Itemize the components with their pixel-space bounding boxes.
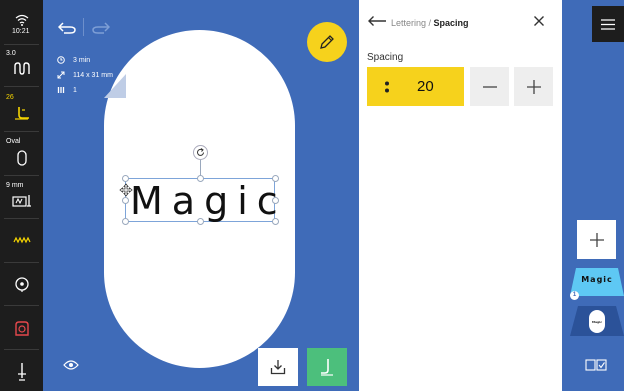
thread-tension-icon — [0, 62, 43, 76]
breadcrumb-separator: / — [426, 18, 434, 28]
resize-arrows-icon — [57, 71, 65, 79]
plus-icon — [526, 79, 541, 94]
resize-handle-bottom-left[interactable] — [122, 218, 129, 225]
move-icon[interactable] — [119, 183, 133, 202]
select-layers-button[interactable] — [585, 358, 607, 376]
embroidery-module-status[interactable] — [0, 320, 43, 336]
thread-tension-status[interactable]: 3.0 — [0, 50, 43, 76]
zigzag-stitch-icon — [0, 236, 43, 244]
main-menu-button[interactable] — [592, 6, 624, 42]
resize-handle-top-right[interactable] — [272, 175, 279, 182]
design-text: Magic — [130, 179, 287, 223]
embroidery-module-icon — [0, 320, 43, 336]
start-stitching-button[interactable] — [307, 348, 347, 386]
needle-icon — [0, 362, 43, 382]
rotate-icon — [197, 148, 204, 156]
eye-icon — [63, 360, 79, 370]
design-time-info: 3 min — [57, 56, 90, 64]
stitch-foot-icon — [321, 359, 333, 376]
close-icon — [534, 16, 544, 26]
layer-number-badge: 1 — [570, 291, 579, 300]
presser-foot-height-status[interactable]: 9 mm — [0, 182, 43, 208]
toolbar-divider — [83, 18, 84, 36]
resize-handle-bottom[interactable] — [197, 218, 204, 225]
design-size-info: 114 x 31 mm — [57, 71, 113, 79]
multi-select-icon — [585, 359, 607, 371]
thread-colors-icon — [57, 87, 65, 93]
breadcrumb-parent[interactable]: Lettering — [391, 18, 426, 28]
status-sidebar: 10:21 3.0 26 Oval 9 mm — [0, 0, 43, 391]
stitch-length-value: 26 — [6, 94, 14, 101]
arrow-left-icon — [368, 16, 386, 26]
resize-handle-top-left[interactable] — [122, 175, 129, 182]
spacing-icon — [385, 81, 389, 93]
design-colors: 1 — [73, 86, 77, 94]
presser-foot-height-value: 9 mm — [6, 182, 24, 189]
close-button[interactable] — [533, 14, 545, 32]
save-design-button[interactable] — [258, 348, 298, 386]
lettering-design[interactable]: Magic — [122, 175, 287, 225]
spacing-value-field[interactable]: 20 — [367, 67, 464, 106]
embroidery-foot-icon — [0, 194, 43, 208]
rotate-handle[interactable] — [193, 145, 208, 160]
spacing-label: Spacing — [367, 52, 404, 63]
back-button[interactable] — [367, 14, 387, 32]
increase-spacing-button[interactable] — [514, 67, 553, 106]
breadcrumb: Lettering / Spacing — [391, 18, 469, 28]
download-icon — [270, 360, 286, 375]
undo-icon — [58, 22, 76, 34]
needle-status[interactable] — [0, 362, 43, 382]
lettering-spacing-panel: Lettering / Spacing Spacing 20 — [359, 0, 562, 391]
breadcrumb-current: Spacing — [433, 18, 469, 28]
design-colors-info: 1 — [57, 86, 77, 94]
tension-value: 3.0 — [6, 50, 16, 57]
design-size: 114 x 31 mm — [73, 71, 113, 79]
wifi-status[interactable]: 10:21 — [0, 14, 43, 36]
redo-icon — [92, 22, 110, 34]
stitch-pattern-status[interactable] — [0, 236, 43, 244]
decrease-spacing-button[interactable] — [470, 67, 509, 106]
undo-button[interactable] — [55, 16, 79, 40]
svg-text:Magic: Magic — [581, 275, 613, 284]
minus-icon — [482, 85, 497, 88]
presser-foot-icon — [0, 106, 43, 120]
edit-button[interactable] — [307, 22, 347, 62]
layer-thumbnail-2: Magic — [570, 306, 624, 336]
embroidery-workspace[interactable]: 3 min 114 x 31 mm 1 Magic — [43, 0, 359, 391]
preview-button[interactable] — [63, 358, 79, 376]
oval-hoop-icon — [0, 150, 43, 166]
spacing-value: 20 — [417, 78, 434, 95]
svg-text:Magic: Magic — [592, 320, 602, 324]
wifi-icon — [0, 14, 43, 26]
hoop-status[interactable]: Oval — [0, 138, 43, 166]
layers-sidebar: Magic 1 Magic — [562, 0, 624, 391]
add-design-button[interactable] — [577, 220, 616, 259]
bobbin-status[interactable] — [0, 276, 43, 292]
resize-handle-right[interactable] — [272, 197, 279, 204]
hamburger-icon — [601, 18, 615, 30]
resize-handle-top[interactable] — [197, 175, 204, 182]
design-time: 3 min — [73, 56, 91, 64]
redo-button[interactable] — [89, 16, 113, 40]
stitch-length-status[interactable]: 26 — [0, 94, 43, 120]
clock-time: 10:21 — [12, 28, 30, 35]
plus-icon — [589, 232, 604, 247]
pencil-icon — [320, 35, 334, 49]
hoop-name: Oval — [6, 138, 21, 145]
resize-handle-bottom-right[interactable] — [272, 218, 279, 225]
bobbin-icon — [0, 276, 43, 292]
clock-icon — [57, 56, 65, 64]
